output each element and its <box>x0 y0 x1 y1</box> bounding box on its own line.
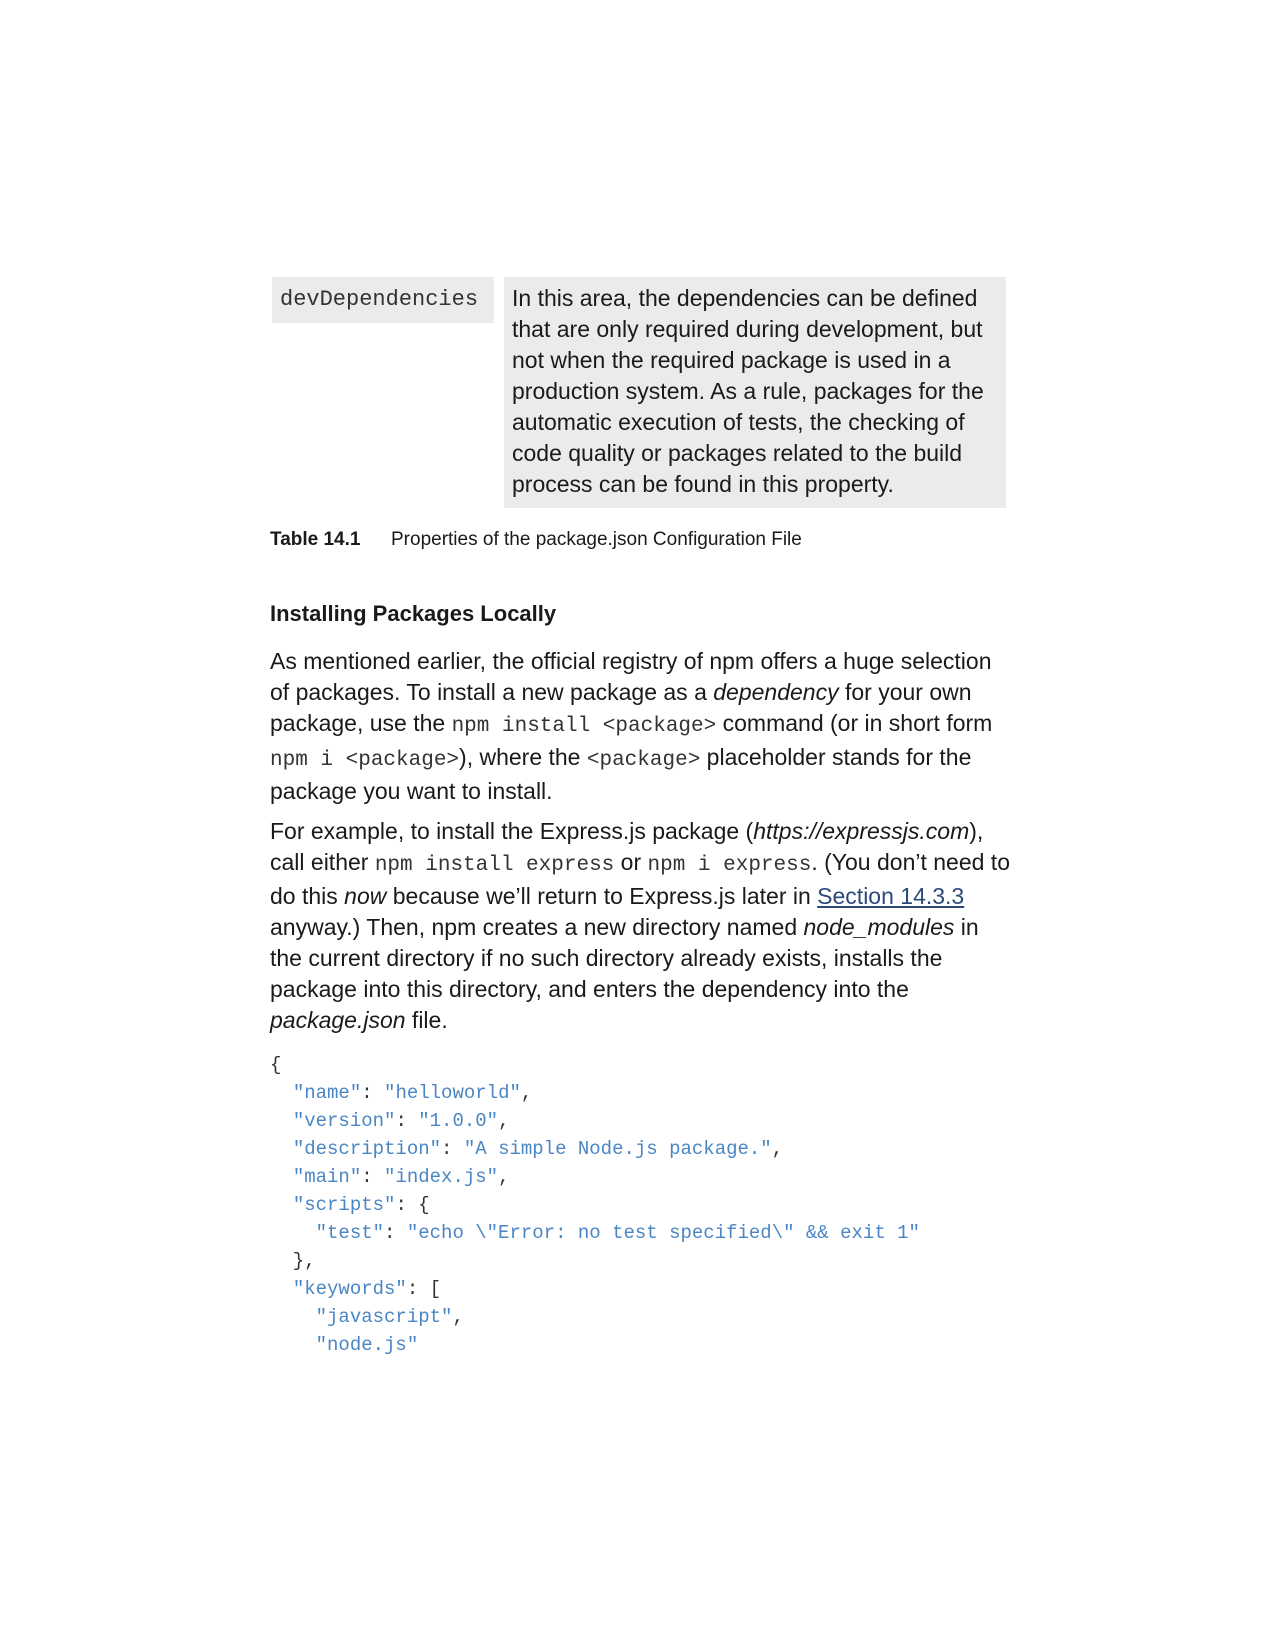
code-line: "description": "A simple Node.js package… <box>292 1138 784 1160</box>
emphasis-package-json: package.json <box>270 1007 406 1033</box>
inline-code-npm-i: npm i <package> <box>270 749 460 772</box>
table-caption: Table 14.1 Properties of the package.json… <box>270 528 802 552</box>
code-line: "keywords": [ <box>292 1278 442 1300</box>
property-name-cell: devDependencies <box>272 277 494 323</box>
paragraph-express-example: For example, to install the Express.js p… <box>270 816 1015 1036</box>
text-run: ), where the <box>459 744 587 770</box>
section-heading: Installing Packages Locally <box>270 601 557 626</box>
code-line: "scripts": { <box>292 1194 430 1216</box>
table-caption-text: Properties of the package.json Configura… <box>391 529 802 550</box>
property-description-cell: In this area, the dependencies can be de… <box>504 277 1006 508</box>
code-line: "javascript", <box>315 1306 464 1328</box>
code-line: "node.js" <box>315 1334 419 1356</box>
text-run: because we’ll return to Express.js later… <box>386 883 818 909</box>
code-line: "main": "index.js", <box>292 1166 510 1188</box>
code-line: }, <box>270 1250 316 1272</box>
emphasis-node-modules: node_modules <box>803 914 955 940</box>
text-run: file. <box>405 1007 448 1033</box>
inline-code-package-placeholder: <package> <box>586 749 701 772</box>
inline-code-npm-install-express: npm install express <box>374 854 615 877</box>
text-run: or <box>614 849 648 875</box>
emphasis-url: https://expressjs.com <box>753 818 970 844</box>
table-caption-number: Table 14.1 <box>270 529 361 550</box>
text-run: For example, to install the Express.js p… <box>270 818 754 844</box>
emphasis-dependency: dependency <box>713 679 839 705</box>
code-line: "name": "helloworld", <box>292 1082 533 1104</box>
paragraph-install-intro: As mentioned earlier, the official regis… <box>270 646 1015 807</box>
code-block-package-json: { "name": "helloworld", "version": "1.0.… <box>270 1051 920 1359</box>
emphasis-now: now <box>344 883 387 909</box>
code-line: { <box>270 1054 282 1076</box>
text-run: command (or in short form <box>716 710 993 736</box>
code-line: "test": "echo \"Error: no test specified… <box>315 1222 920 1244</box>
text-run: anyway.) Then, npm creates a new directo… <box>270 914 804 940</box>
inline-code-npm-install: npm install <package> <box>451 715 717 738</box>
inline-code-npm-i-express: npm i express <box>647 854 812 877</box>
section-link[interactable]: Section 14.3.3 <box>817 883 964 909</box>
document-page: devDependencies In this area, the depend… <box>0 0 1275 1649</box>
code-line: "version": "1.0.0", <box>292 1110 510 1132</box>
